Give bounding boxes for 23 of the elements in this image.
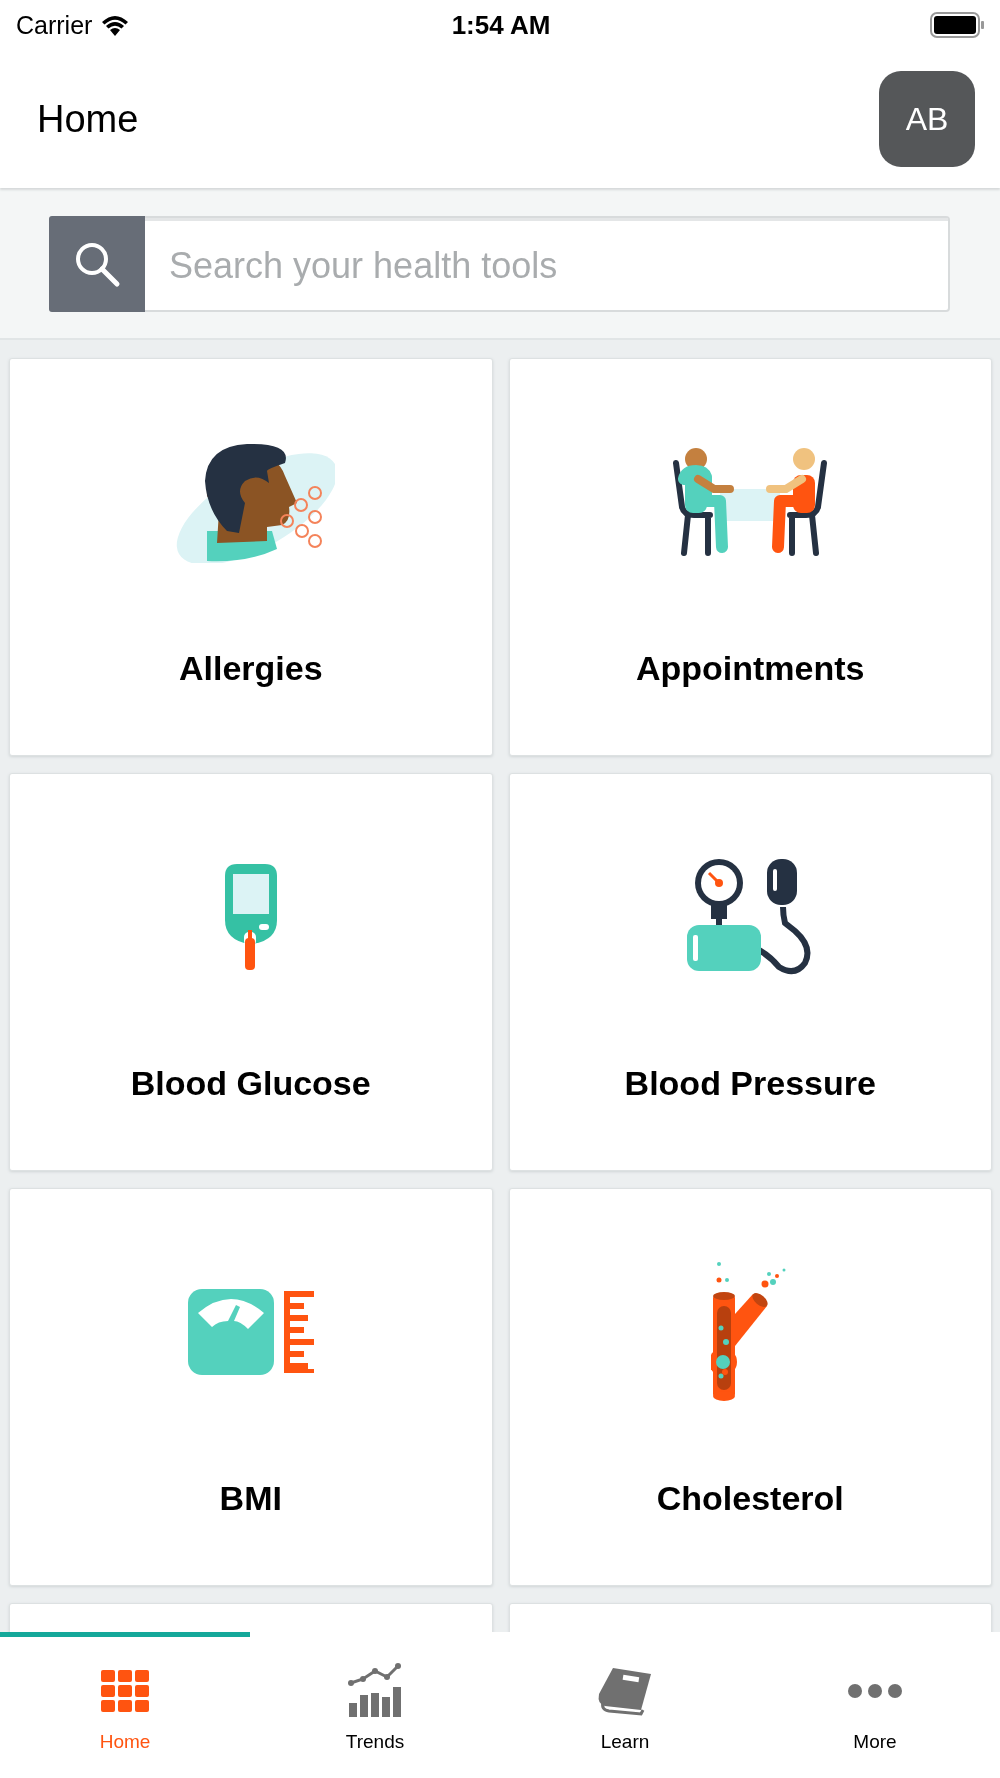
chart-icon — [347, 1663, 403, 1719]
tab[interactable]: Learn — [500, 1632, 750, 1778]
tool-card[interactable]: Allergies — [9, 358, 493, 756]
search-icon — [73, 240, 121, 288]
carrier-label: Carrier — [16, 10, 93, 40]
more-icon — [847, 1683, 903, 1699]
search-field[interactable]: Search your health tools — [49, 216, 950, 312]
tool-card[interactable]: BMI — [9, 1188, 493, 1586]
tab[interactable]: More — [750, 1632, 1000, 1778]
tool-card[interactable]: Cholesterol — [508, 1188, 992, 1586]
tool-card[interactable]: Blood Pressure — [508, 773, 992, 1171]
book-icon — [597, 1666, 653, 1716]
clock-time: 1:54 AM — [451, 9, 551, 41]
glucose-meter-icon — [222, 862, 279, 972]
wifi-icon — [100, 14, 131, 36]
tool-card[interactable]: Blood Glucose — [9, 773, 493, 1171]
tool-card[interactable]: Appointments — [508, 358, 992, 756]
grid-icon — [101, 1670, 149, 1712]
avatar-button[interactable]: AB — [879, 71, 975, 167]
scale-ruler-icon — [187, 1289, 314, 1375]
battery-icon — [930, 12, 986, 38]
tab[interactable]: Trends — [250, 1632, 500, 1778]
page-title: Home — [37, 97, 139, 141]
